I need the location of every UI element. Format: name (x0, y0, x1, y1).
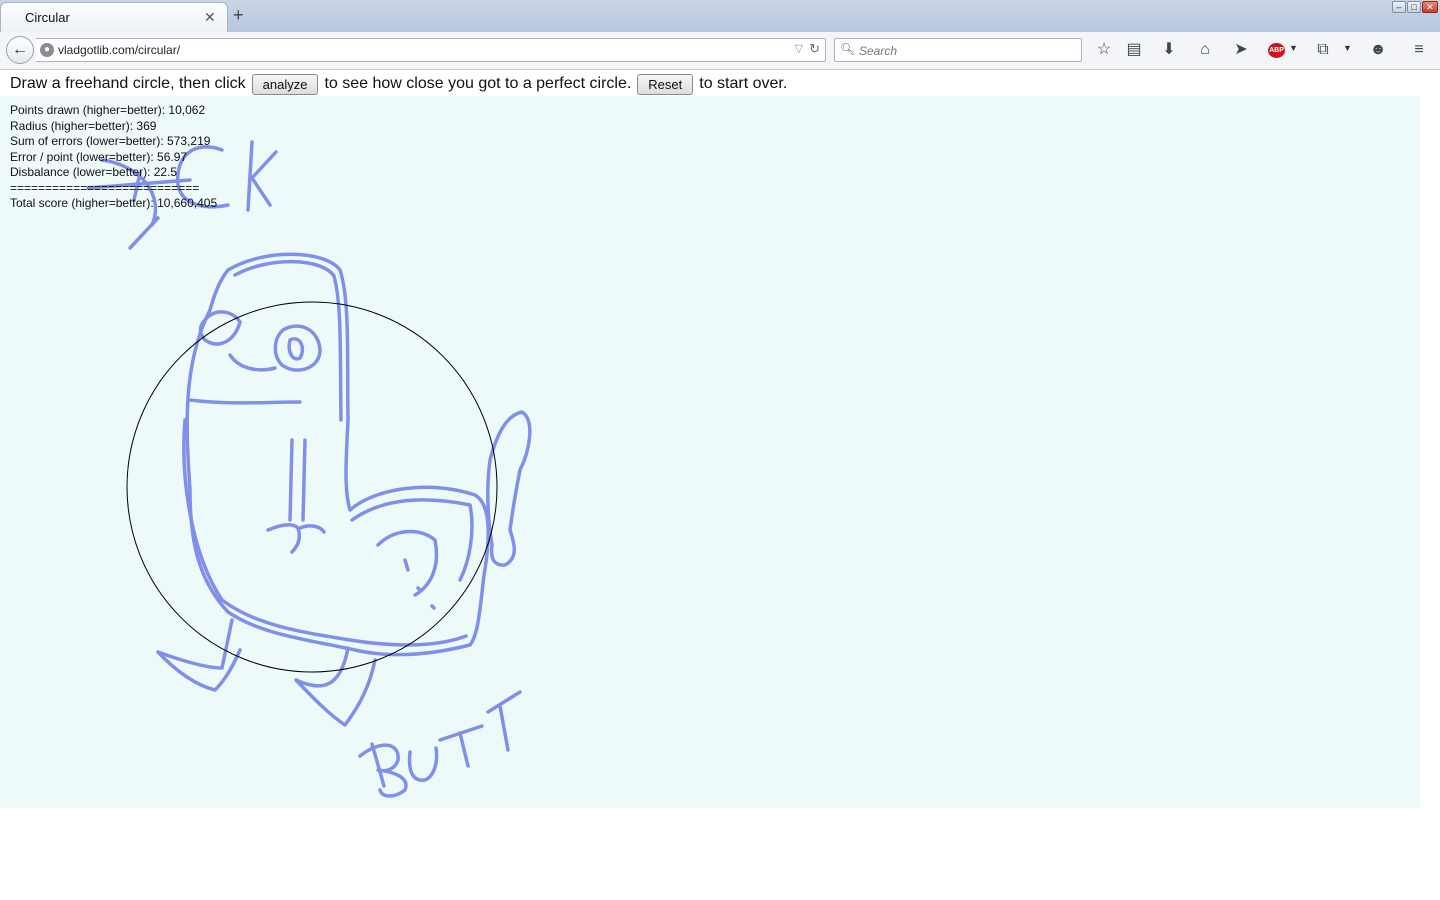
download-icon[interactable]: ⬇ (1158, 40, 1180, 60)
minimize-icon[interactable]: – (1392, 1, 1406, 13)
title-bar: Circular ✕ + – □ ✕ (0, 0, 1440, 32)
bookmark-star-icon[interactable]: ☆ (1093, 40, 1115, 60)
letter-u (407, 746, 439, 782)
instructions: Draw a freehand circle, then click analy… (10, 72, 787, 96)
tab-close-icon[interactable]: ✕ (204, 9, 216, 25)
mouth-line (188, 398, 302, 405)
adblock-icon[interactable]: ABP (1268, 43, 1285, 58)
letter-k (246, 140, 278, 212)
stray-marks (403, 558, 436, 610)
home-icon[interactable]: ⌂ (1194, 40, 1216, 60)
butt (350, 498, 474, 597)
adblock-dropdown-icon[interactable]: ▼ (1289, 43, 1298, 53)
window-controls: – □ ✕ (1392, 1, 1438, 13)
freehand-strokes (86, 140, 532, 798)
window-close-icon[interactable]: ✕ (1422, 1, 1438, 13)
screenshot-icon[interactable]: ⧉ (1312, 40, 1334, 60)
penis (486, 410, 532, 567)
tab-title: Circular (25, 10, 70, 25)
letter-t2 (486, 690, 522, 752)
send-icon[interactable]: ➤ (1230, 40, 1252, 60)
browser-tab[interactable]: Circular ✕ (0, 2, 228, 32)
analysis-results: Points drawn (higher=better): 10,062 Rad… (10, 103, 217, 212)
reading-list-icon[interactable]: ▤ (1123, 40, 1145, 60)
letter-t1 (438, 724, 484, 768)
search-icon: 🔍︎ (840, 42, 856, 56)
stat-radius: Radius (higher=better): 369 (10, 118, 157, 133)
search-box[interactable]: 🔍︎ Search (834, 38, 1082, 62)
screenshot-dropdown-icon[interactable]: ▼ (1343, 43, 1352, 53)
maximize-icon[interactable]: □ (1407, 1, 1421, 13)
address-bar[interactable]: ● vladgotlib.com/circular/ ▽ ↻ (36, 38, 826, 62)
right-foot (294, 646, 377, 727)
eye (273, 324, 322, 372)
pupil (287, 337, 305, 361)
instruction-text-1: Draw a freehand circle, then click (10, 75, 246, 92)
back-arrow-icon[interactable]: ← (6, 36, 34, 64)
chat-icon[interactable]: ☻ (1367, 40, 1389, 60)
menu-icon[interactable]: ≡ (1408, 40, 1430, 60)
stat-total-score: Total score (higher=better): 10,660,405 (10, 196, 218, 210)
url-text[interactable]: vladgotlib.com/circular/ (58, 43, 180, 57)
instruction-text-3: to start over. (699, 75, 788, 92)
hair-scribble (198, 310, 242, 346)
stat-error-per-point: Error / point (lower=better): 56.97 (10, 149, 188, 164)
stat-separator: =========================== (10, 180, 200, 195)
navigation-toolbar: ← ● vladgotlib.com/circular/ ▽ ↻ 🔍︎ Sear… (0, 32, 1440, 70)
search-placeholder: Search (859, 44, 898, 58)
stat-sum-errors: Sum of errors (lower=better): 573,219 (10, 134, 211, 148)
left-foot (156, 618, 242, 692)
arm (266, 438, 326, 554)
stat-disbalance: Disbalance (lower=better): 22.5 (10, 165, 178, 179)
reload-icon[interactable]: ↻ (809, 41, 820, 57)
stat-points-drawn: Points drawn (higher=better): 10,062 (10, 103, 206, 117)
globe-icon: ● (40, 43, 54, 57)
url-dropdown-icon[interactable]: ▽ (795, 42, 803, 55)
instruction-text-2: to see how close you got to a perfect ci… (324, 75, 632, 92)
reset-button[interactable]: Reset (637, 73, 694, 95)
new-tab-icon[interactable]: + (233, 5, 244, 25)
analyze-button[interactable]: analyze (251, 73, 319, 95)
nose (228, 353, 277, 372)
letter-b (358, 742, 408, 798)
